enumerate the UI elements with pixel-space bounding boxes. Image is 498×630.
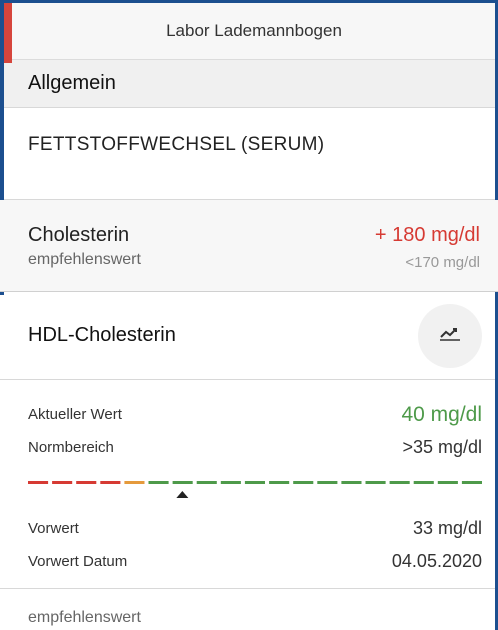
current-value-row: Aktueller Wert 40 mg/dl bbox=[28, 398, 482, 431]
cholesterin-reference: <170 mg/dl bbox=[405, 254, 480, 271]
range-segment bbox=[269, 481, 290, 484]
current-value-label: Aktueller Wert bbox=[28, 406, 122, 423]
section-header: Allgemein bbox=[0, 60, 498, 108]
range-bar-graphic bbox=[28, 481, 482, 498]
current-value: 40 mg/dl bbox=[401, 402, 482, 426]
footer-text: empfehlenswert bbox=[28, 609, 141, 626]
trend-chart-icon bbox=[439, 325, 461, 346]
range-segment bbox=[100, 481, 121, 484]
range-segment bbox=[172, 481, 193, 484]
range-marker bbox=[176, 491, 189, 498]
range-segment bbox=[413, 481, 434, 484]
previous-date-label: Vorwert Datum bbox=[28, 553, 128, 570]
group-title: FETTSTOFFWECHSEL (SERUM) bbox=[28, 134, 325, 155]
page-header: Labor Lademannbogen bbox=[0, 3, 498, 60]
range-segment bbox=[293, 481, 314, 484]
hdl-detail: Aktueller Wert 40 mg/dl Normbereich >35 … bbox=[0, 380, 498, 578]
cholesterin-value: + 180 mg/dl bbox=[374, 224, 480, 246]
trend-chart-button[interactable] bbox=[418, 303, 482, 368]
range-segment bbox=[148, 481, 169, 484]
group-header: FETTSTOFFWECHSEL (SERUM) bbox=[0, 108, 498, 200]
range-segment bbox=[28, 481, 49, 484]
range-segment bbox=[389, 481, 410, 484]
range-segment bbox=[461, 481, 482, 484]
previous-date-row: Vorwert Datum 04.05.2020 bbox=[28, 545, 482, 578]
cholesterin-row[interactable]: Cholesterin empfehlenswert + 180 mg/dl <… bbox=[0, 200, 498, 292]
range-segment bbox=[124, 481, 145, 484]
range-segment bbox=[196, 481, 217, 484]
hdl-name: HDL-Cholesterin bbox=[28, 324, 176, 346]
previous-value-row: Vorwert 33 mg/dl bbox=[28, 512, 482, 545]
previous-value: 33 mg/dl bbox=[412, 518, 482, 538]
page-title: Labor Lademannbogen bbox=[166, 21, 342, 40]
range-segment bbox=[76, 481, 97, 484]
range-segment bbox=[317, 481, 338, 484]
range-segment bbox=[52, 481, 73, 484]
range-segment bbox=[341, 481, 362, 484]
range-segment bbox=[437, 481, 458, 484]
header-red-mark bbox=[4, 3, 12, 63]
range-segment bbox=[220, 481, 241, 484]
normal-range-label: Normbereich bbox=[28, 439, 114, 456]
normal-range-value: >35 mg/dl bbox=[402, 437, 482, 457]
previous-date-value: 04.05.2020 bbox=[391, 551, 482, 571]
range-bar bbox=[28, 466, 482, 512]
normal-range-row: Normbereich >35 mg/dl bbox=[28, 431, 482, 464]
range-segment bbox=[365, 481, 386, 484]
section-title: Allgemein bbox=[28, 72, 116, 94]
hdl-header: HDL-Cholesterin bbox=[0, 292, 498, 380]
range-segment bbox=[244, 481, 265, 484]
previous-value-label: Vorwert bbox=[28, 520, 79, 537]
footer-note: empfehlenswert bbox=[0, 589, 498, 627]
